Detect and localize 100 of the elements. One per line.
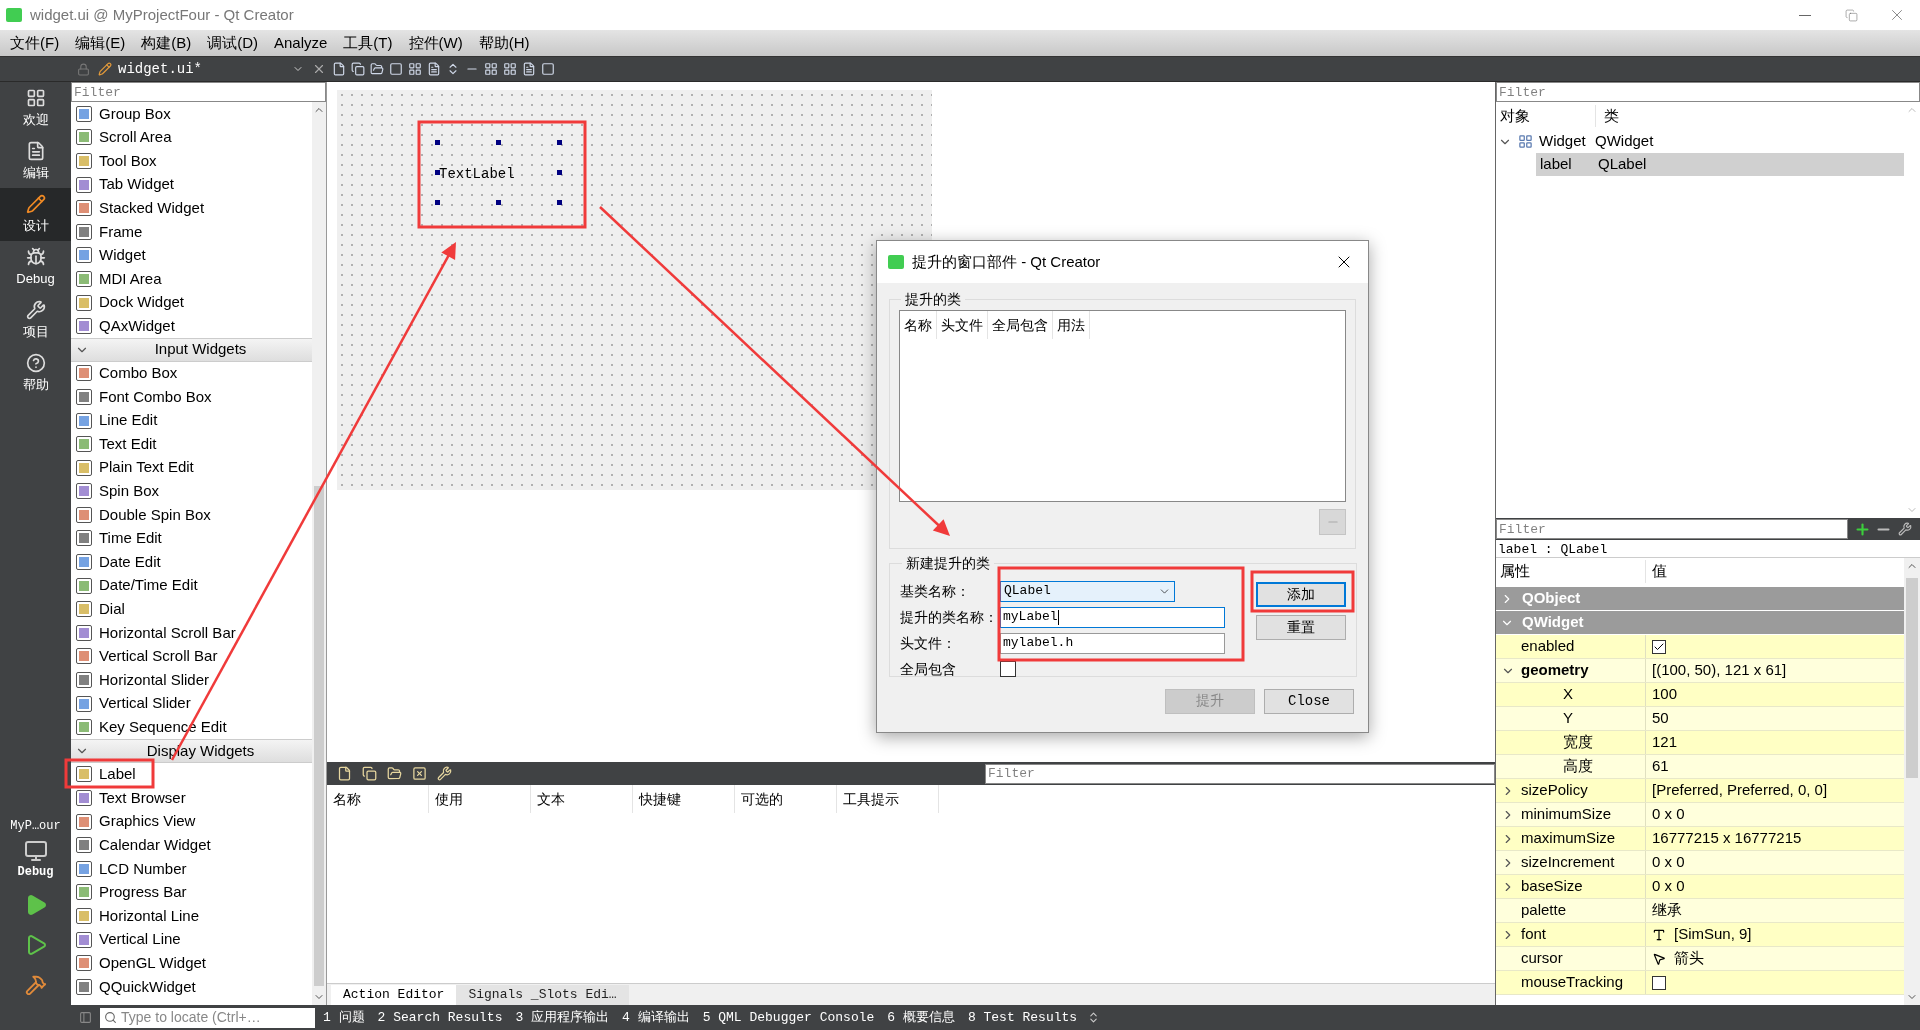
layout-tool-icon[interactable] — [541, 62, 555, 76]
widget-item[interactable]: Calendar Widget — [99, 833, 211, 857]
widget-item[interactable]: Label — [99, 763, 136, 786]
widget-item[interactable]: Double Spin Box — [99, 503, 211, 527]
action-tool-icon[interactable] — [437, 766, 452, 781]
selection-handle[interactable] — [557, 200, 562, 205]
output-pane-button[interactable]: 6 概要信息 — [887, 1007, 955, 1028]
widget-item[interactable]: Time Edit — [99, 527, 162, 550]
selection-handle[interactable] — [496, 200, 501, 205]
property-value[interactable]: 箭头 — [1674, 947, 1704, 970]
widget-item[interactable]: Date Edit — [99, 550, 161, 574]
widget-item[interactable]: Combo Box — [99, 362, 178, 385]
property-value[interactable]: 0 x 0 — [1652, 851, 1685, 874]
column-header[interactable]: 值 — [1646, 560, 1673, 583]
widget-item[interactable]: Horizontal Slider — [99, 668, 210, 692]
menu-item[interactable]: 控件(W) — [400, 30, 471, 56]
layout-tool-icon[interactable] — [503, 62, 517, 76]
property-value[interactable]: 61 — [1652, 755, 1669, 778]
column-header[interactable]: 对象 — [1496, 104, 1596, 128]
column-header[interactable]: 头文件 — [937, 311, 988, 339]
locator-field[interactable]: Type to locate (Ctrl+… — [100, 1007, 315, 1028]
close-document-icon[interactable] — [312, 62, 326, 76]
widget-item[interactable]: Tab Widget — [99, 173, 175, 196]
layout-tool-icon[interactable] — [408, 62, 422, 76]
property-value[interactable]: 50 — [1652, 707, 1669, 730]
widget-item[interactable]: Graphics View — [99, 810, 196, 833]
widget-item[interactable]: QQuickWidget — [99, 975, 196, 998]
text-field[interactable]: mylabel.h — [1000, 632, 1225, 654]
menu-item[interactable]: Analyze — [266, 30, 336, 56]
column-header[interactable]: 工具提示 — [837, 785, 939, 813]
tree-row[interactable]: Widget QWidget — [1496, 130, 1904, 153]
action-tool-icon[interactable] — [387, 766, 402, 781]
selection-handle[interactable] — [435, 200, 440, 205]
column-header[interactable]: 快捷键 — [633, 785, 735, 813]
layout-tool-icon[interactable] — [522, 62, 536, 76]
widget-item[interactable]: Widget — [99, 244, 146, 267]
widget-item[interactable]: Dial — [99, 598, 125, 621]
editor-tab[interactable]: Signals _Slots Edi… — [456, 985, 629, 1005]
widget-item[interactable]: Line Edit — [99, 409, 158, 432]
layout-tool-icon[interactable] — [427, 62, 441, 76]
wrench-icon[interactable] — [1898, 522, 1912, 536]
column-header[interactable]: 类 — [1596, 104, 1627, 128]
widget-item[interactable]: Text Browser — [99, 786, 186, 810]
widget-item[interactable]: Horizontal Line — [99, 904, 200, 928]
property-value[interactable]: [(100, 50), 121 x 61] — [1652, 659, 1787, 682]
kit-selector[interactable]: Debug — [0, 835, 71, 885]
widget-item[interactable]: Vertical Line — [99, 928, 181, 951]
base-class-dropdown[interactable]: QLabel — [1000, 580, 1175, 602]
output-pane-button[interactable]: 2 Search Results — [377, 1007, 503, 1028]
widget-item[interactable]: QAxWidget — [99, 314, 175, 338]
widget-item[interactable]: Date/Time Edit — [99, 574, 198, 597]
widget-item[interactable]: Dock Widget — [99, 291, 185, 314]
menu-item[interactable]: 工具(T) — [335, 30, 401, 56]
tree-row[interactable]: label QLabel — [1536, 153, 1904, 176]
text-label[interactable]: TextLabel — [439, 164, 515, 185]
text-field[interactable]: myLabel — [1000, 606, 1225, 628]
column-header[interactable]: 文本 — [531, 785, 633, 813]
widget-item[interactable]: Group Box — [99, 102, 171, 126]
selection-handle[interactable] — [435, 170, 440, 175]
menu-item[interactable]: 编辑(E) — [67, 30, 134, 56]
column-header[interactable]: 全局包含 — [988, 311, 1053, 339]
widget-item[interactable]: OpenGL Widget — [99, 951, 206, 975]
dialog-button[interactable]: 添加 — [1256, 582, 1346, 607]
widget-item[interactable]: Scroll Area — [99, 126, 172, 149]
sidebar-toggle-icon[interactable] — [79, 1011, 92, 1024]
checkbox[interactable] — [1652, 975, 1666, 990]
widget-item[interactable]: Horizontal Scroll Bar — [99, 621, 236, 645]
layout-tool-icon[interactable] — [484, 62, 498, 76]
output-pane-button[interactable]: 1 问题 — [323, 1007, 365, 1028]
filter-field[interactable]: Filter — [71, 82, 326, 102]
scrollbar-thumb[interactable] — [1906, 578, 1918, 778]
layout-tool-icon[interactable] — [389, 62, 403, 76]
property-value[interactable]: 继承 — [1652, 899, 1682, 922]
widget-item[interactable]: Stacked Widget — [99, 196, 205, 220]
category-header[interactable]: Input Widgets — [71, 337, 312, 362]
filter-field[interactable]: Filter — [985, 763, 1495, 784]
menu-item[interactable]: 调试(D) — [199, 30, 266, 56]
widget-item[interactable]: Text Edit — [99, 432, 157, 456]
action-tool-icon[interactable] — [337, 766, 352, 781]
property-value[interactable]: 121 — [1652, 731, 1678, 754]
menu-item[interactable]: 文件(F) — [2, 30, 68, 56]
document-tab[interactable]: widget.ui* — [118, 58, 288, 80]
selection-handle[interactable] — [435, 140, 440, 145]
property-value[interactable]: [SimSun, 9] — [1674, 923, 1752, 946]
layout-tool-icon[interactable] — [370, 62, 384, 76]
widget-item[interactable]: Vertical Slider — [99, 692, 191, 715]
dialog-button[interactable]: 重置 — [1256, 615, 1346, 640]
widget-item[interactable]: Font Combo Box — [99, 385, 212, 409]
mode-button[interactable]: 设计 — [0, 188, 71, 241]
column-header[interactable]: 名称 — [327, 785, 429, 813]
property-value[interactable]: 0 x 0 — [1652, 875, 1685, 898]
filter-field[interactable]: Filter — [1496, 519, 1848, 539]
mode-button[interactable]: Debug — [0, 241, 71, 294]
widget-item[interactable]: MDI Area — [99, 267, 162, 291]
widget-item[interactable]: Spin Box — [99, 480, 160, 503]
menu-item[interactable]: 帮助(H) — [470, 30, 538, 56]
dialog-button[interactable]: Close — [1264, 689, 1354, 714]
column-header[interactable]: 属性 — [1496, 560, 1646, 583]
action-tool-icon[interactable] — [362, 766, 377, 781]
property-value[interactable]: 0 x 0 — [1652, 803, 1685, 826]
